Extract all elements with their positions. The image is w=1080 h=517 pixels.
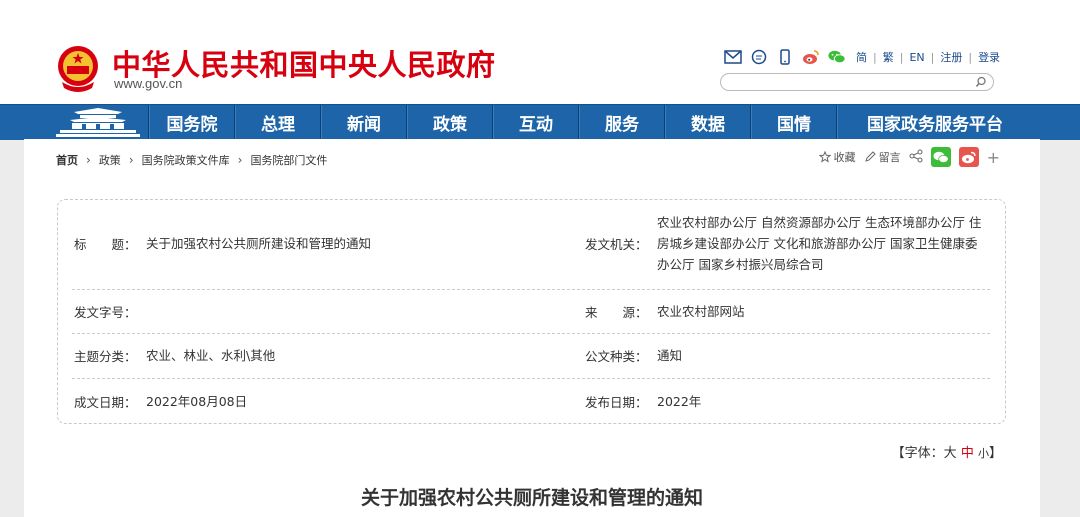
font-size-large[interactable]: 大 (944, 446, 957, 461)
register-link[interactable]: 注册 (940, 49, 962, 65)
info-topic-value: 农业、林业、水利\其他 (146, 348, 276, 363)
breadcrumb-policy-library[interactable]: 国务院政策文件库 (142, 152, 230, 168)
main-nav: 国务院 总理 新闻 政策 互动 服务 数据 国情 国家政务服务平台 (0, 104, 1080, 140)
header-tools: 简 | 繁 | EN | 注册 | 登录 (724, 46, 1000, 68)
info-type-value: 通知 (657, 348, 683, 363)
lang-simplified[interactable]: 简 (856, 49, 867, 65)
info-topic: 主题分类： 农业、林业、水利\其他 (74, 346, 564, 366)
wechat-share-icon[interactable] (930, 147, 951, 167)
site-url[interactable]: www.gov.cn (114, 76, 182, 91)
info-published-value: 2022年 (657, 394, 702, 409)
nav-interaction[interactable]: 互动 (494, 105, 578, 140)
info-topic-label: 主题分类： (74, 349, 137, 364)
info-written-value: 2022年08月08日 (146, 394, 248, 409)
nav-policy[interactable]: 政策 (408, 105, 492, 140)
info-source: 来 源： 农业农村部网站 (585, 302, 987, 322)
info-written-label: 成文日期： (74, 395, 137, 410)
chevron-right-icon: › (237, 153, 243, 167)
info-docno-label: 发文字号： (74, 305, 137, 320)
info-docno: 发文字号： (74, 302, 564, 321)
search-input[interactable] (720, 73, 994, 91)
share-icon[interactable] (909, 149, 923, 166)
info-written-date: 成文日期： 2022年08月08日 (74, 392, 564, 412)
nav-data[interactable]: 数据 (666, 105, 750, 140)
info-issuer-value: 农业农村部办公厅 自然资源部办公厅 生态环境部办公厅 住房城乡建设部办公厅 文化… (657, 215, 982, 272)
nav-state-council[interactable]: 国务院 (150, 105, 234, 140)
info-published-label: 发布日期： (585, 395, 648, 410)
info-title-label: 标 题： (74, 237, 137, 252)
language-links: 简 | 繁 | EN | 注册 | 登录 (856, 49, 1001, 65)
font-size-medium[interactable]: 中 (961, 446, 974, 461)
chevron-right-icon: › (128, 153, 134, 167)
national-emblem-logo[interactable] (56, 44, 100, 92)
wechat-icon[interactable] (828, 48, 846, 66)
info-source-label: 来 源： (585, 305, 648, 320)
font-size-selector: 【字体：大 中 小】 (891, 446, 1002, 461)
document-info-table: 标 题： 关于加强农村公共厕所建设和管理的通知 发文机关： 农业农村部办公厅 自… (57, 199, 1006, 424)
nav-news[interactable]: 新闻 (322, 105, 406, 140)
mail-icon[interactable] (724, 48, 742, 66)
mobile-icon[interactable] (776, 48, 794, 66)
chevron-right-icon: › (86, 153, 91, 167)
info-type-label: 公文种类： (585, 349, 648, 364)
nav-premier[interactable]: 总理 (236, 105, 320, 140)
weibo-icon[interactable] (802, 48, 820, 66)
nav-service[interactable]: 服务 (580, 105, 664, 140)
share-bar: 收藏 留言 + (818, 147, 1000, 167)
lang-traditional[interactable]: 繁 (883, 49, 894, 65)
nav-government-service-platform[interactable]: 国家政务服务平台 (838, 105, 1032, 140)
chat-icon[interactable] (750, 48, 768, 66)
breadcrumb: 首页 › 政策 › 国务院政策文件库 › 国务院部门文件 (56, 152, 327, 168)
info-source-value: 农业农村部网站 (657, 304, 745, 319)
star-icon (818, 151, 831, 163)
site-header: 中华人民共和国中央人民政府 www.gov.cn 简 | 繁 | EN | 注册… (0, 0, 1080, 104)
lang-english[interactable]: EN (909, 51, 924, 64)
nav-national-info[interactable]: 国情 (752, 105, 836, 140)
document-title: 关于加强农村公共厕所建设和管理的通知 (360, 487, 703, 509)
breadcrumb-policy[interactable]: 政策 (99, 152, 121, 168)
search-icon[interactable] (975, 76, 987, 88)
weibo-share-icon[interactable] (958, 147, 979, 167)
info-title: 标 题： 关于加强农村公共厕所建设和管理的通知 (74, 234, 564, 254)
breadcrumb-home[interactable]: 首页 (56, 152, 78, 168)
tiananmen-logo[interactable] (52, 108, 144, 138)
info-published-date: 发布日期： 2022年 (585, 392, 987, 412)
comment-button[interactable]: 留言 (864, 149, 901, 165)
info-title-value: 关于加强农村公共厕所建设和管理的通知 (146, 236, 372, 251)
more-share-button[interactable]: + (987, 148, 1000, 167)
info-type: 公文种类： 通知 (585, 346, 987, 366)
font-size-small[interactable]: 小 (978, 447, 989, 460)
content-panel: 首页 › 政策 › 国务院政策文件库 › 国务院部门文件 收藏 留言 + 标 题… (24, 139, 1040, 517)
breadcrumb-department-docs[interactable]: 国务院部门文件 (250, 152, 327, 168)
login-link[interactable]: 登录 (978, 49, 1000, 65)
favorite-button[interactable]: 收藏 (818, 149, 856, 165)
info-issuer: 发文机关： 农业农村部办公厅 自然资源部办公厅 生态环境部办公厅 住房城乡建设部… (585, 212, 987, 275)
info-issuer-label: 发文机关： (585, 237, 648, 252)
pencil-icon (864, 151, 876, 162)
